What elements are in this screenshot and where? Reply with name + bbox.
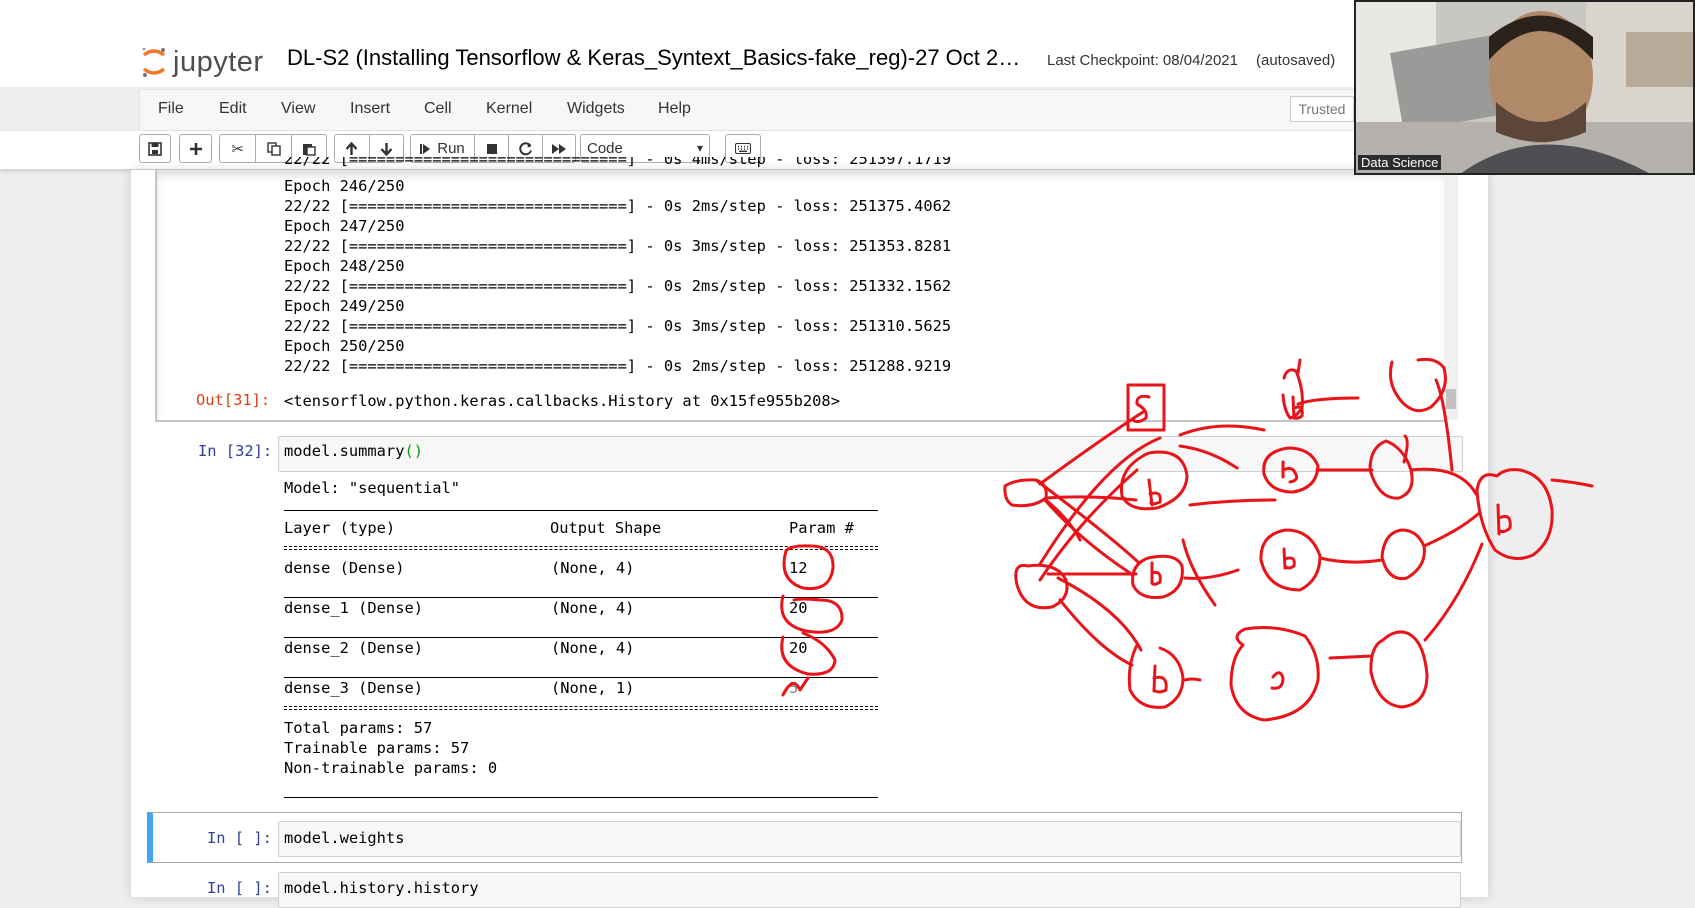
summary-row-params: 5 bbox=[789, 679, 799, 697]
summary-rule bbox=[284, 709, 878, 710]
summary-row-params: 12 bbox=[789, 559, 808, 577]
summary-row-params: 20 bbox=[789, 639, 808, 657]
out-prompt: Out[31]: bbox=[196, 391, 271, 409]
stop-icon bbox=[486, 143, 497, 154]
menu-edit[interactable]: Edit bbox=[219, 100, 247, 118]
jupyter-logo-text: jupyter bbox=[173, 45, 264, 78]
output-line: 22/22 [==============================] -… bbox=[284, 357, 952, 375]
keyboard-icon bbox=[735, 143, 751, 154]
code-text: model.weights bbox=[284, 829, 405, 847]
trusted-badge[interactable]: Trusted bbox=[1290, 96, 1354, 122]
webcam-label: Data Science bbox=[1358, 155, 1442, 170]
summary-rule bbox=[284, 510, 878, 511]
in-prompt: In [32]: bbox=[198, 442, 273, 460]
in-prompt: In [ ]: bbox=[207, 829, 272, 847]
jupyter-logo-icon bbox=[142, 47, 166, 77]
summary-row-layer: dense_1 (Dense) bbox=[284, 599, 423, 617]
output-line: Epoch 249/250 bbox=[284, 297, 405, 315]
menu-help[interactable]: Help bbox=[658, 100, 691, 118]
autosave-status: (autosaved) bbox=[1256, 52, 1336, 69]
code-summary-call: model.summary bbox=[284, 442, 405, 460]
paste-icon bbox=[303, 143, 316, 156]
add-cell-icon bbox=[189, 142, 202, 155]
summary-rule bbox=[284, 797, 878, 798]
menu-file[interactable]: File bbox=[158, 100, 184, 118]
menu-cell[interactable]: Cell bbox=[424, 100, 452, 118]
summary-row-shape: (None, 4) bbox=[551, 639, 635, 657]
summary-row-shape: (None, 1) bbox=[551, 679, 635, 697]
code-input-weights[interactable] bbox=[278, 821, 1461, 857]
cell-type-value: Code bbox=[587, 140, 623, 157]
notebook-title[interactable]: DL-S2 (Installing Tensorflow & Keras_Syn… bbox=[287, 45, 1020, 71]
menu-kernel[interactable]: Kernel bbox=[486, 100, 532, 118]
annotation-edge bbox=[1550, 478, 1594, 488]
code-text: model.history.history bbox=[284, 879, 479, 897]
output-line: 22/22 [==============================] -… bbox=[284, 197, 952, 215]
menu-bar: File Edit View Insert Cell Kernel Widget… bbox=[139, 89, 1359, 131]
code-parens: () bbox=[404, 442, 424, 460]
output-line: 22/22 [==============================] -… bbox=[284, 277, 952, 295]
summary-total-params: Total params: 57 bbox=[284, 719, 433, 737]
run-icon bbox=[420, 143, 431, 154]
output-line: 22/22 [==============================] -… bbox=[284, 317, 952, 335]
summary-row-layer: dense_3 (Dense) bbox=[284, 679, 423, 697]
summary-trainable-params: Trainable params: 57 bbox=[284, 739, 470, 757]
cut-icon: ✂ bbox=[231, 140, 244, 158]
in-prompt: In [ ]: bbox=[207, 879, 272, 897]
summary-non-trainable-params: Non-trainable params: 0 bbox=[284, 759, 498, 777]
output-scrollbar[interactable] bbox=[1444, 170, 1458, 420]
summary-model-line: Model: "sequential" bbox=[284, 479, 461, 497]
code-input-summary[interactable] bbox=[278, 436, 1463, 472]
menu-insert[interactable]: Insert bbox=[350, 100, 390, 118]
webcam-video-frame bbox=[1356, 2, 1693, 173]
summary-header-params: Param # bbox=[789, 519, 854, 537]
jupyter-logo[interactable]: jupyter bbox=[141, 44, 264, 80]
webcam-overlay bbox=[1354, 0, 1695, 175]
summary-header-shape: Output Shape bbox=[550, 519, 662, 537]
cut-button[interactable]: ✂ bbox=[220, 135, 256, 162]
add-cell-button[interactable] bbox=[179, 134, 212, 163]
summary-rule bbox=[284, 549, 878, 550]
move-down-icon bbox=[380, 142, 393, 156]
restart-icon bbox=[518, 141, 532, 155]
save-button[interactable] bbox=[139, 134, 171, 163]
summary-row-layer: dense (Dense) bbox=[284, 559, 405, 577]
annotation-node bbox=[1475, 468, 1554, 561]
output-line: Epoch 250/250 bbox=[284, 337, 405, 355]
summary-row-params: 20 bbox=[789, 599, 808, 617]
output-line-partial: 22/22 [==============================] -… bbox=[284, 157, 952, 168]
summary-row-layer: dense_2 (Dense) bbox=[284, 639, 423, 657]
run-label: Run bbox=[437, 140, 465, 157]
code-text: model.summary() bbox=[284, 442, 423, 460]
move-up-icon bbox=[345, 141, 358, 155]
summary-row-shape: (None, 4) bbox=[551, 599, 635, 617]
copy-icon bbox=[266, 141, 281, 156]
summary-rule bbox=[284, 706, 878, 707]
summary-rule bbox=[284, 546, 878, 547]
fast-forward-icon bbox=[552, 143, 566, 154]
last-checkpoint: Last Checkpoint: 08/04/2021 bbox=[1047, 52, 1238, 69]
save-icon bbox=[148, 141, 162, 156]
menu-widgets[interactable]: Widgets bbox=[567, 100, 625, 118]
summary-row-shape: (None, 4) bbox=[551, 559, 635, 577]
annotation-letter-b bbox=[1496, 503, 1512, 536]
output-line: Epoch 246/250 bbox=[284, 177, 405, 195]
output-scrollbar-thumb[interactable] bbox=[1446, 389, 1456, 409]
output-line: Epoch 247/250 bbox=[284, 217, 405, 235]
summary-header-layer: Layer (type) bbox=[284, 519, 396, 537]
out-value: <tensorflow.python.keras.callbacks.Histo… bbox=[284, 392, 840, 410]
output-line: 22/22 [==============================] -… bbox=[284, 237, 952, 255]
menu-view[interactable]: View bbox=[281, 100, 315, 118]
output-line: Epoch 248/250 bbox=[284, 257, 405, 275]
